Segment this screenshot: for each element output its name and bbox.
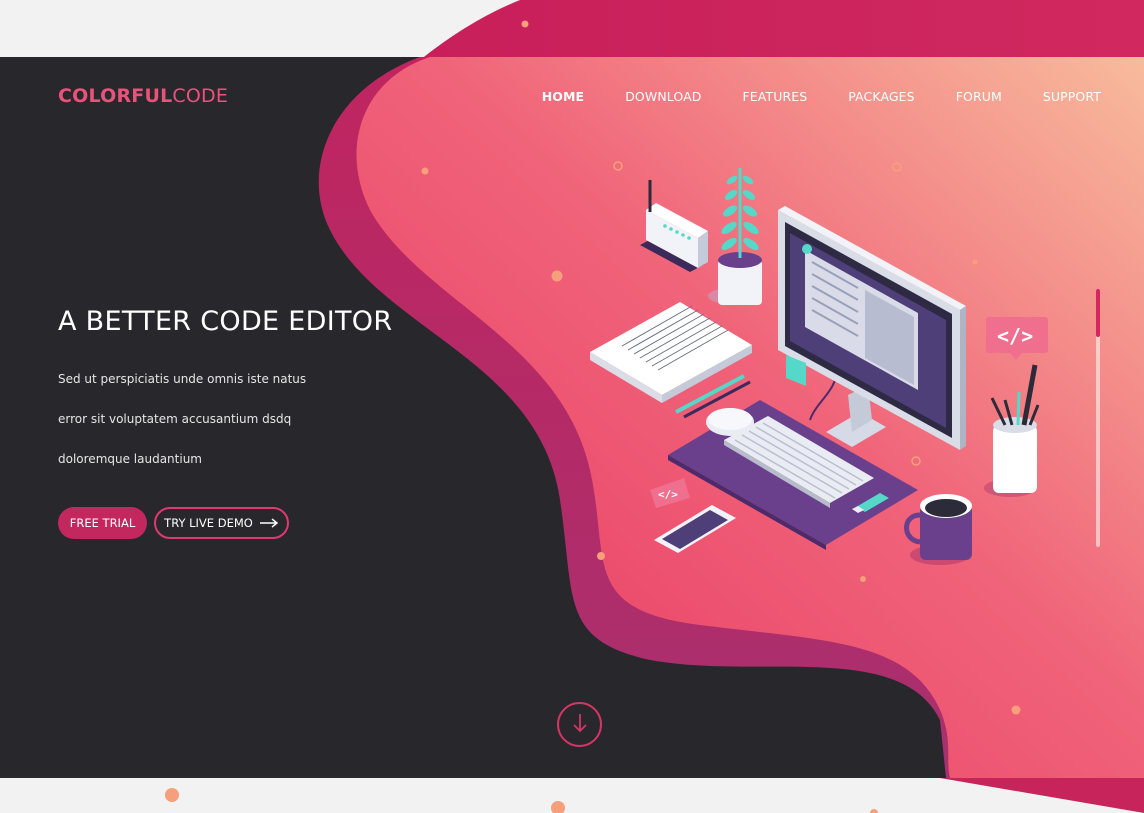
brand-logo-bold: COLORFUL <box>58 85 173 107</box>
arrow-down-icon <box>572 713 587 737</box>
try-live-demo-button[interactable]: TRY LIVE DEMO <box>154 507 289 539</box>
hero-description-line-1: Sed ut perspiciatis unde omnis iste natu… <box>58 372 307 386</box>
hero-description-line-3: doloremque laudantium <box>58 452 202 466</box>
nav-item-packages[interactable]: PACKAGES <box>848 89 914 104</box>
brand-logo[interactable]: COLORFULCODE <box>58 85 228 107</box>
nav-item-download[interactable]: DOWNLOAD <box>625 89 701 104</box>
nav-item-support[interactable]: SUPPORT <box>1043 89 1101 104</box>
main-nav: HOME DOWNLOAD FEATURES PACKAGES FORUM SU… <box>501 89 1101 104</box>
arrow-right-icon <box>259 518 279 528</box>
pen-cup <box>993 425 1037 493</box>
free-trial-button-label: FREE TRIAL <box>69 516 136 530</box>
top-band-shape <box>420 0 1144 60</box>
vertical-scroll-indicator[interactable] <box>1096 289 1100 547</box>
scroll-down-button[interactable] <box>557 702 602 747</box>
hero-title: A BETTER CODE EDITOR <box>58 306 393 337</box>
nav-item-home[interactable]: HOME <box>542 89 584 104</box>
nav-item-forum[interactable]: FORUM <box>956 89 1002 104</box>
try-live-demo-button-label: TRY LIVE DEMO <box>164 516 253 530</box>
svg-text:</>: </> <box>658 488 678 501</box>
hero-background: </> </> <box>0 0 1144 813</box>
brand-logo-thin: CODE <box>172 85 229 107</box>
scroll-indicator-thumb[interactable] <box>1096 289 1100 337</box>
hero-description-line-2: error sit voluptatem accusantium dsdq <box>58 412 292 426</box>
nav-item-features[interactable]: FEATURES <box>743 89 808 104</box>
free-trial-button[interactable]: FREE TRIAL <box>58 507 147 539</box>
svg-text:</>: </> <box>997 324 1033 348</box>
bottom-band-shape <box>940 778 1144 813</box>
